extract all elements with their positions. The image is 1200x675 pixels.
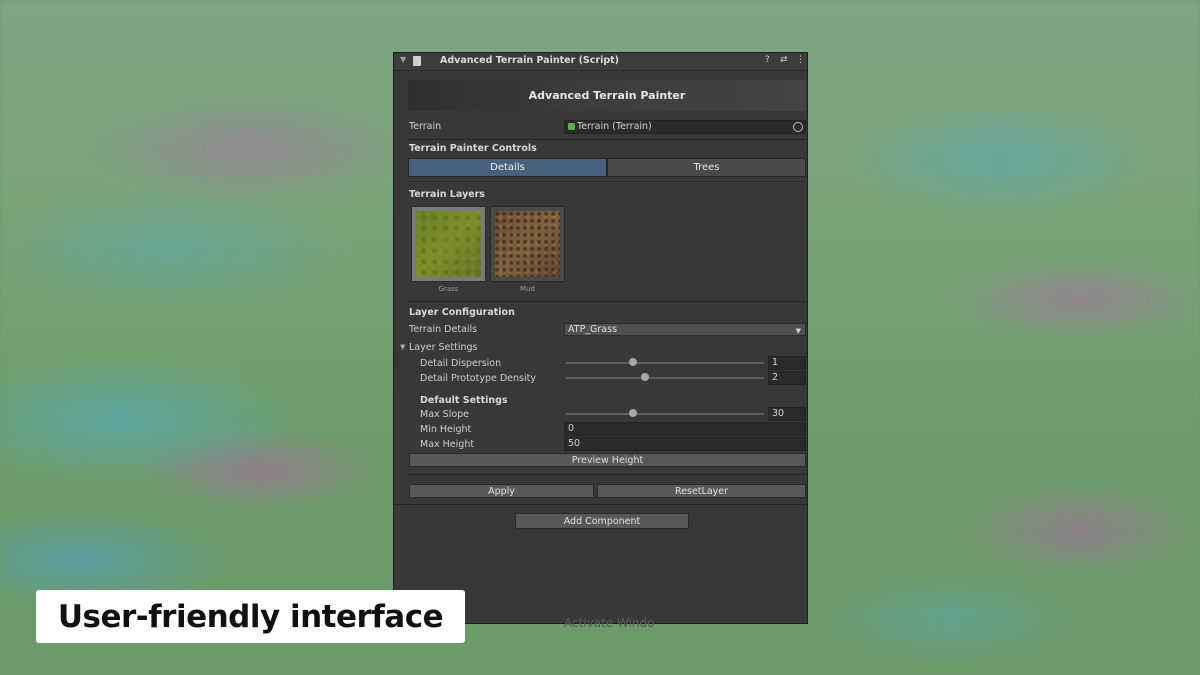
terrain-details-value: ATP_Grass: [568, 324, 618, 335]
preview-height-button[interactable]: Preview Height: [409, 453, 806, 467]
component-title: Advanced Terrain Painter (Script): [440, 55, 620, 66]
detail-dispersion-knob[interactable]: [629, 358, 638, 366]
fold-arrow-icon[interactable]: ▼: [400, 55, 406, 64]
detail-prototype-density-knob[interactable]: [641, 373, 650, 381]
max-slope-slider[interactable]: [566, 413, 764, 415]
max-height-field[interactable]: 50: [564, 437, 806, 451]
title-banner: Advanced Terrain Painter: [408, 80, 806, 111]
help-icon[interactable]: ?: [765, 55, 770, 65]
layer-thumbnail-grass[interactable]: [411, 206, 486, 282]
terrain-label: Terrain: [409, 121, 442, 132]
reset-layer-button[interactable]: ResetLayer: [597, 484, 806, 498]
detail-prototype-density-label: Detail Prototype Density: [420, 373, 536, 384]
caption-banner: User-friendly interface: [36, 590, 465, 643]
add-component-button[interactable]: Add Component: [515, 513, 689, 529]
min-height-label: Min Height: [420, 424, 472, 435]
terrain-details-dropdown[interactable]: ATP_Grass ▼: [564, 323, 806, 336]
controls-heading: Terrain Painter Controls: [409, 143, 537, 154]
min-height-field[interactable]: 0: [564, 422, 806, 436]
caption-text: User-friendly interface: [57, 598, 444, 635]
layer-caption-grass: Grass: [438, 285, 459, 293]
detail-dispersion-slider[interactable]: [566, 362, 764, 364]
component-header[interactable]: ▼ Advanced Terrain Painter (Script) ? ⇄ …: [394, 53, 807, 71]
layers-heading: Terrain Layers: [409, 189, 485, 200]
max-slope-knob[interactable]: [629, 409, 638, 417]
reset-layer-label: ResetLayer: [674, 485, 729, 497]
kebab-menu-icon[interactable]: ⋮: [796, 55, 805, 65]
apply-button[interactable]: Apply: [409, 484, 594, 498]
script-icon: [413, 56, 421, 66]
detail-dispersion-label: Detail Dispersion: [420, 358, 502, 369]
max-slope-field[interactable]: 30: [768, 407, 806, 421]
add-component-label: Add Component: [563, 515, 641, 527]
component-divider: [394, 504, 807, 505]
tab-trees-label: Trees: [693, 162, 720, 173]
object-picker-icon[interactable]: [793, 122, 803, 132]
layer-caption-mud: Mud: [520, 285, 535, 293]
divider: [408, 301, 806, 302]
mud-texture: [495, 211, 560, 277]
dropdown-caret-icon: ▼: [795, 327, 801, 335]
apply-label: Apply: [488, 485, 515, 497]
foldout-arrow-icon[interactable]: ▼: [400, 343, 405, 351]
detail-prototype-density-value: 2: [772, 372, 779, 383]
divider: [408, 139, 806, 140]
terrain-icon: [568, 123, 575, 130]
inspector-panel: ▼ Advanced Terrain Painter (Script) ? ⇄ …: [393, 52, 808, 630]
tab-trees[interactable]: Trees: [607, 158, 806, 177]
config-heading: Layer Configuration: [409, 307, 515, 318]
detail-prototype-density-slider[interactable]: [566, 377, 764, 379]
preset-icon[interactable]: ⇄: [780, 55, 788, 65]
detail-prototype-density-field[interactable]: 2: [768, 371, 806, 385]
detail-dispersion-field[interactable]: 1: [768, 356, 806, 370]
layer-settings-foldout[interactable]: Layer Settings: [409, 342, 477, 353]
tab-details[interactable]: Details: [408, 158, 607, 177]
activation-watermark: Activate Windo: [564, 616, 655, 630]
terrain-details-label: Terrain Details: [409, 324, 478, 335]
terrain-value: Terrain (Terrain): [577, 121, 652, 132]
tab-details-label: Details: [490, 162, 525, 173]
divider: [408, 181, 806, 182]
default-settings-heading: Default Settings: [420, 395, 508, 406]
max-height-value: 50: [568, 438, 581, 449]
max-slope-value: 30: [772, 408, 785, 419]
terrain-object-field[interactable]: Terrain (Terrain): [564, 120, 806, 134]
detail-dispersion-value: 1: [772, 357, 779, 368]
grass-texture: [416, 211, 481, 277]
banner-title: Advanced Terrain Painter: [528, 89, 686, 102]
min-height-value: 0: [568, 423, 575, 434]
divider: [408, 474, 806, 475]
max-slope-label: Max Slope: [420, 409, 470, 420]
layer-thumbnail-mud[interactable]: [490, 206, 565, 282]
preview-height-label: Preview Height: [571, 454, 644, 466]
max-height-label: Max Height: [420, 439, 475, 450]
